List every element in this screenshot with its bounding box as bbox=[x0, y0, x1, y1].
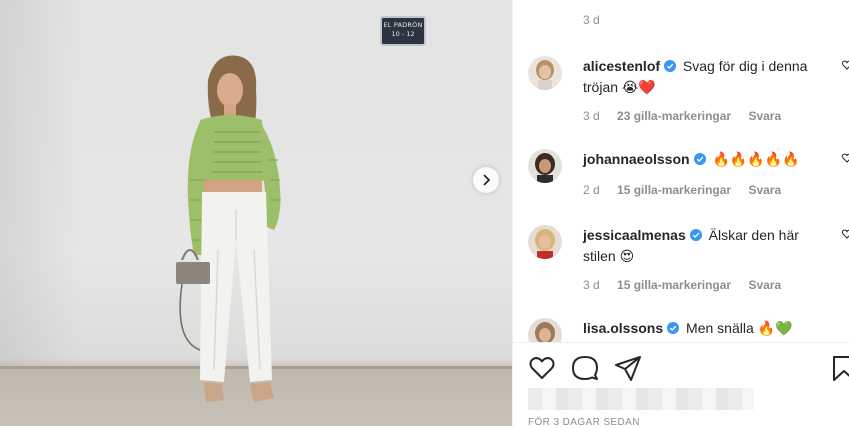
save-button[interactable] bbox=[830, 354, 849, 382]
reply-button[interactable]: Svara bbox=[748, 278, 781, 292]
reply-button[interactable]: Svara bbox=[748, 183, 781, 197]
street-sign-name: EL PADRÓN bbox=[383, 21, 423, 29]
comment-username[interactable]: jessicaalmenas bbox=[583, 227, 686, 243]
comment-likes[interactable]: 15 gilla-markeringar bbox=[617, 278, 731, 292]
avatar[interactable] bbox=[528, 149, 562, 183]
post-timestamp: FÖR 3 DAGAR SEDAN bbox=[528, 417, 640, 428]
comment-body: Men snälla 🔥💚 bbox=[686, 320, 793, 336]
comment-likes[interactable]: 15 gilla-markeringar bbox=[617, 183, 731, 197]
share-button[interactable] bbox=[614, 354, 642, 382]
like-button[interactable] bbox=[528, 354, 556, 382]
actions-divider bbox=[512, 342, 849, 343]
verified-icon bbox=[693, 153, 706, 165]
comment-time: 3 d bbox=[583, 278, 600, 292]
street-sign-number: 10 - 12 bbox=[391, 30, 415, 38]
likes-count-blurred bbox=[528, 388, 754, 410]
comment-username[interactable]: alicestenlof bbox=[583, 58, 660, 74]
verified-icon bbox=[664, 60, 677, 72]
comment-icon bbox=[572, 356, 598, 380]
comment-body-cont: tröjan 😭❤️ bbox=[583, 79, 656, 95]
comment-body: 🔥🔥🔥🔥🔥 bbox=[712, 151, 800, 167]
comment-text: jessicaalmenas Älskar den här stilen 😍 bbox=[583, 225, 845, 267]
comment-meta: 2 d 15 gilla-markeringar Svara bbox=[583, 183, 795, 197]
comment-likes[interactable]: 23 gilla-markeringar bbox=[617, 109, 731, 123]
comment-body-cont: stilen 😍 bbox=[583, 248, 635, 264]
like-comment-icon[interactable] bbox=[842, 229, 849, 239]
comment-meta: 3 d 15 gilla-markeringar Svara bbox=[583, 278, 795, 292]
comment-text: johannaeolsson 🔥🔥🔥🔥🔥 bbox=[583, 149, 845, 170]
reply-button[interactable]: Svara bbox=[748, 109, 781, 123]
comment-body: Svag för dig i denna bbox=[682, 58, 808, 74]
avatar[interactable] bbox=[528, 318, 562, 342]
verified-icon bbox=[689, 229, 702, 241]
comment-time: 3 d bbox=[583, 109, 600, 123]
chevron-right-icon bbox=[483, 174, 491, 186]
comment-text: alicestenlof Svag för dig i denna tröjan… bbox=[583, 56, 845, 98]
comment-button[interactable] bbox=[571, 354, 599, 382]
avatar[interactable] bbox=[528, 225, 562, 259]
like-comment-icon[interactable] bbox=[842, 60, 849, 70]
like-comment-icon[interactable] bbox=[842, 153, 849, 163]
next-photo-button[interactable] bbox=[473, 167, 499, 193]
post-photo[interactable]: EL PADRÓN 10 - 12 bbox=[0, 0, 512, 426]
time-ago: 3 d bbox=[583, 13, 600, 27]
verified-icon bbox=[667, 322, 680, 334]
comment-username[interactable]: lisa.olssons bbox=[583, 320, 663, 336]
avatar[interactable] bbox=[528, 56, 562, 90]
comment-meta: 3 d 23 gilla-markeringar Svara bbox=[583, 109, 795, 123]
bookmark-icon bbox=[833, 356, 849, 381]
comment-text: lisa.olssons Men snälla 🔥💚 bbox=[583, 318, 845, 339]
street-sign: EL PADRÓN 10 - 12 bbox=[380, 16, 426, 46]
comment-item: lisa.olssons Men snälla 🔥💚 bbox=[528, 318, 848, 342]
comment-username[interactable]: johannaeolsson bbox=[583, 151, 690, 167]
share-icon bbox=[615, 356, 641, 381]
heart-icon bbox=[529, 357, 555, 379]
comment-body: Älskar den här bbox=[708, 227, 799, 243]
comment-time: 2 d bbox=[583, 183, 600, 197]
person-figure bbox=[176, 55, 281, 402]
wall-shadow bbox=[0, 0, 80, 366]
